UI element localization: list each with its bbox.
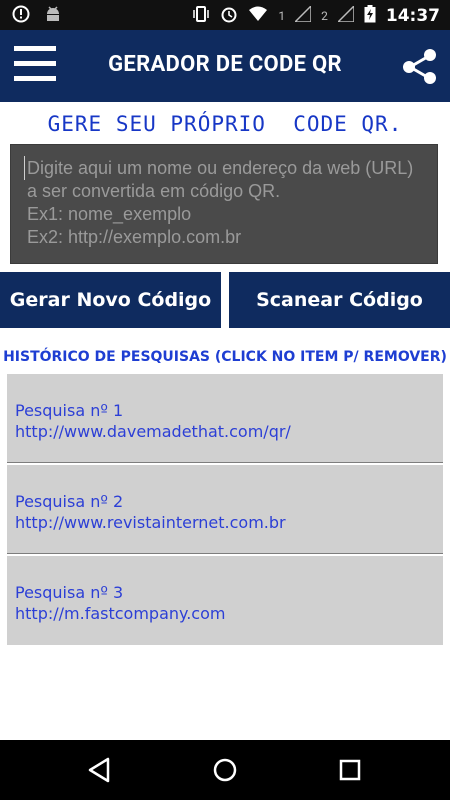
history-item[interactable]: Pesquisa nº 3 http://m.fastcompany.com — [7, 556, 443, 645]
back-button[interactable] — [84, 754, 116, 786]
signal2-icon — [336, 4, 355, 26]
sim1-label: 1 — [278, 9, 286, 23]
url-input-container — [10, 144, 438, 264]
history-title: HISTÓRICO DE PESQUISAS (CLICK NO ITEM P/… — [3, 349, 447, 365]
recents-button[interactable] — [334, 754, 366, 786]
history-item-url: http://m.fastcompany.com — [15, 604, 226, 623]
history-item-url: http://www.revistainternet.com.br — [15, 513, 286, 532]
history-item-label: Pesquisa nº 2 — [15, 492, 124, 511]
history-item-label: Pesquisa nº 1 — [15, 401, 124, 420]
home-icon — [213, 758, 237, 782]
history-item-url: http://www.davemadethat.com/qr/ — [15, 422, 291, 441]
menu-icon — [14, 46, 56, 81]
wifi-icon — [248, 5, 268, 27]
url-input[interactable] — [25, 155, 427, 257]
back-icon — [88, 757, 110, 783]
home-button[interactable] — [209, 754, 241, 786]
history-item[interactable]: Pesquisa nº 1 http://www.davemadethat.co… — [7, 374, 443, 463]
battery-icon — [364, 5, 376, 27]
generate-code-button[interactable]: Gerar Novo Código — [0, 272, 221, 328]
alarm-icon — [220, 5, 238, 27]
history-item-label: Pesquisa nº 3 — [15, 583, 124, 602]
app-title: GERADOR DE CODE QR — [108, 52, 342, 77]
share-icon — [403, 49, 436, 84]
alert-icon — [12, 5, 30, 27]
signal1-icon — [293, 4, 312, 26]
menu-button[interactable] — [14, 46, 56, 88]
page-heading: GERE SEU PRÓPRIO CODE QR. — [47, 112, 403, 136]
share-button[interactable] — [400, 46, 440, 86]
history-list: Pesquisa nº 1 http://www.davemadethat.co… — [7, 374, 443, 645]
text-caret — [24, 156, 25, 180]
history-item[interactable]: Pesquisa nº 2 http://www.revistainternet… — [7, 465, 443, 554]
vibrate-icon — [192, 5, 210, 27]
recents-icon — [339, 759, 361, 781]
navigation-bar — [0, 740, 450, 800]
status-time: 14:37 — [385, 6, 440, 26]
status-bar: 1 2 14:37 — [0, 0, 450, 30]
app-bar: GERADOR DE CODE QR — [0, 30, 450, 102]
sim2-label: 2 — [321, 9, 328, 23]
scan-code-button[interactable]: Scanear Código — [229, 272, 450, 328]
android-debug-icon — [44, 5, 62, 27]
